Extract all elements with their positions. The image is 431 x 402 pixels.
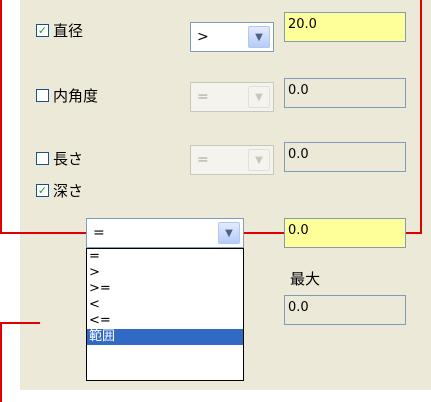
max-label: 最大 xyxy=(290,270,321,288)
diameter-checkbox[interactable]: ✓ xyxy=(36,24,49,37)
inner-angle-value-field: 0.0 xyxy=(284,78,406,108)
chevron-down-icon[interactable]: ▼ xyxy=(218,222,240,244)
depth-value-field[interactable]: 0.0 xyxy=(284,218,406,248)
length-checkbox[interactable] xyxy=(36,152,49,165)
inner-angle-operator-select: = ▼ xyxy=(190,82,274,112)
depth-operator-value: = xyxy=(93,225,105,241)
operator-dropdown-list[interactable]: = > >= < <= 範囲 xyxy=(86,248,244,381)
chevron-down-icon: ▼ xyxy=(248,149,270,171)
dropdown-option[interactable]: = xyxy=(87,249,243,265)
depth-row[interactable]: ✓ 深さ xyxy=(36,180,83,201)
dropdown-option[interactable]: >= xyxy=(87,281,243,297)
dropdown-option[interactable]: > xyxy=(87,265,243,281)
length-label: 長さ xyxy=(53,150,84,168)
diameter-row[interactable]: ✓ 直径 xyxy=(36,20,83,41)
depth-operator-select[interactable]: = ▼ xyxy=(86,218,244,248)
depth-label: 深さ xyxy=(53,182,84,200)
dropdown-option[interactable]: <= xyxy=(87,313,243,329)
length-value-field: 0.0 xyxy=(284,142,406,172)
diameter-label: 直径 xyxy=(53,22,84,40)
inner-angle-operator-value: = xyxy=(197,89,209,105)
length-operator-select: = ▼ xyxy=(190,145,274,175)
diameter-operator-value: > xyxy=(197,29,209,45)
inner-angle-row[interactable]: 内角度 xyxy=(36,85,98,106)
dropdown-option-selected[interactable]: 範囲 xyxy=(87,329,243,345)
diameter-operator-select[interactable]: > ▼ xyxy=(190,22,274,52)
length-operator-value: = xyxy=(197,152,209,168)
inner-angle-checkbox[interactable] xyxy=(36,89,49,102)
dropdown-option[interactable]: < xyxy=(87,297,243,313)
inner-angle-label: 内角度 xyxy=(53,87,99,105)
depth-checkbox[interactable]: ✓ xyxy=(36,184,49,197)
chevron-down-icon: ▼ xyxy=(248,86,270,108)
diameter-value-field[interactable]: 20.0 xyxy=(284,12,406,42)
max-value-field: 0.0 xyxy=(284,295,406,325)
chevron-down-icon[interactable]: ▼ xyxy=(248,26,270,48)
length-row[interactable]: 長さ xyxy=(36,148,83,169)
